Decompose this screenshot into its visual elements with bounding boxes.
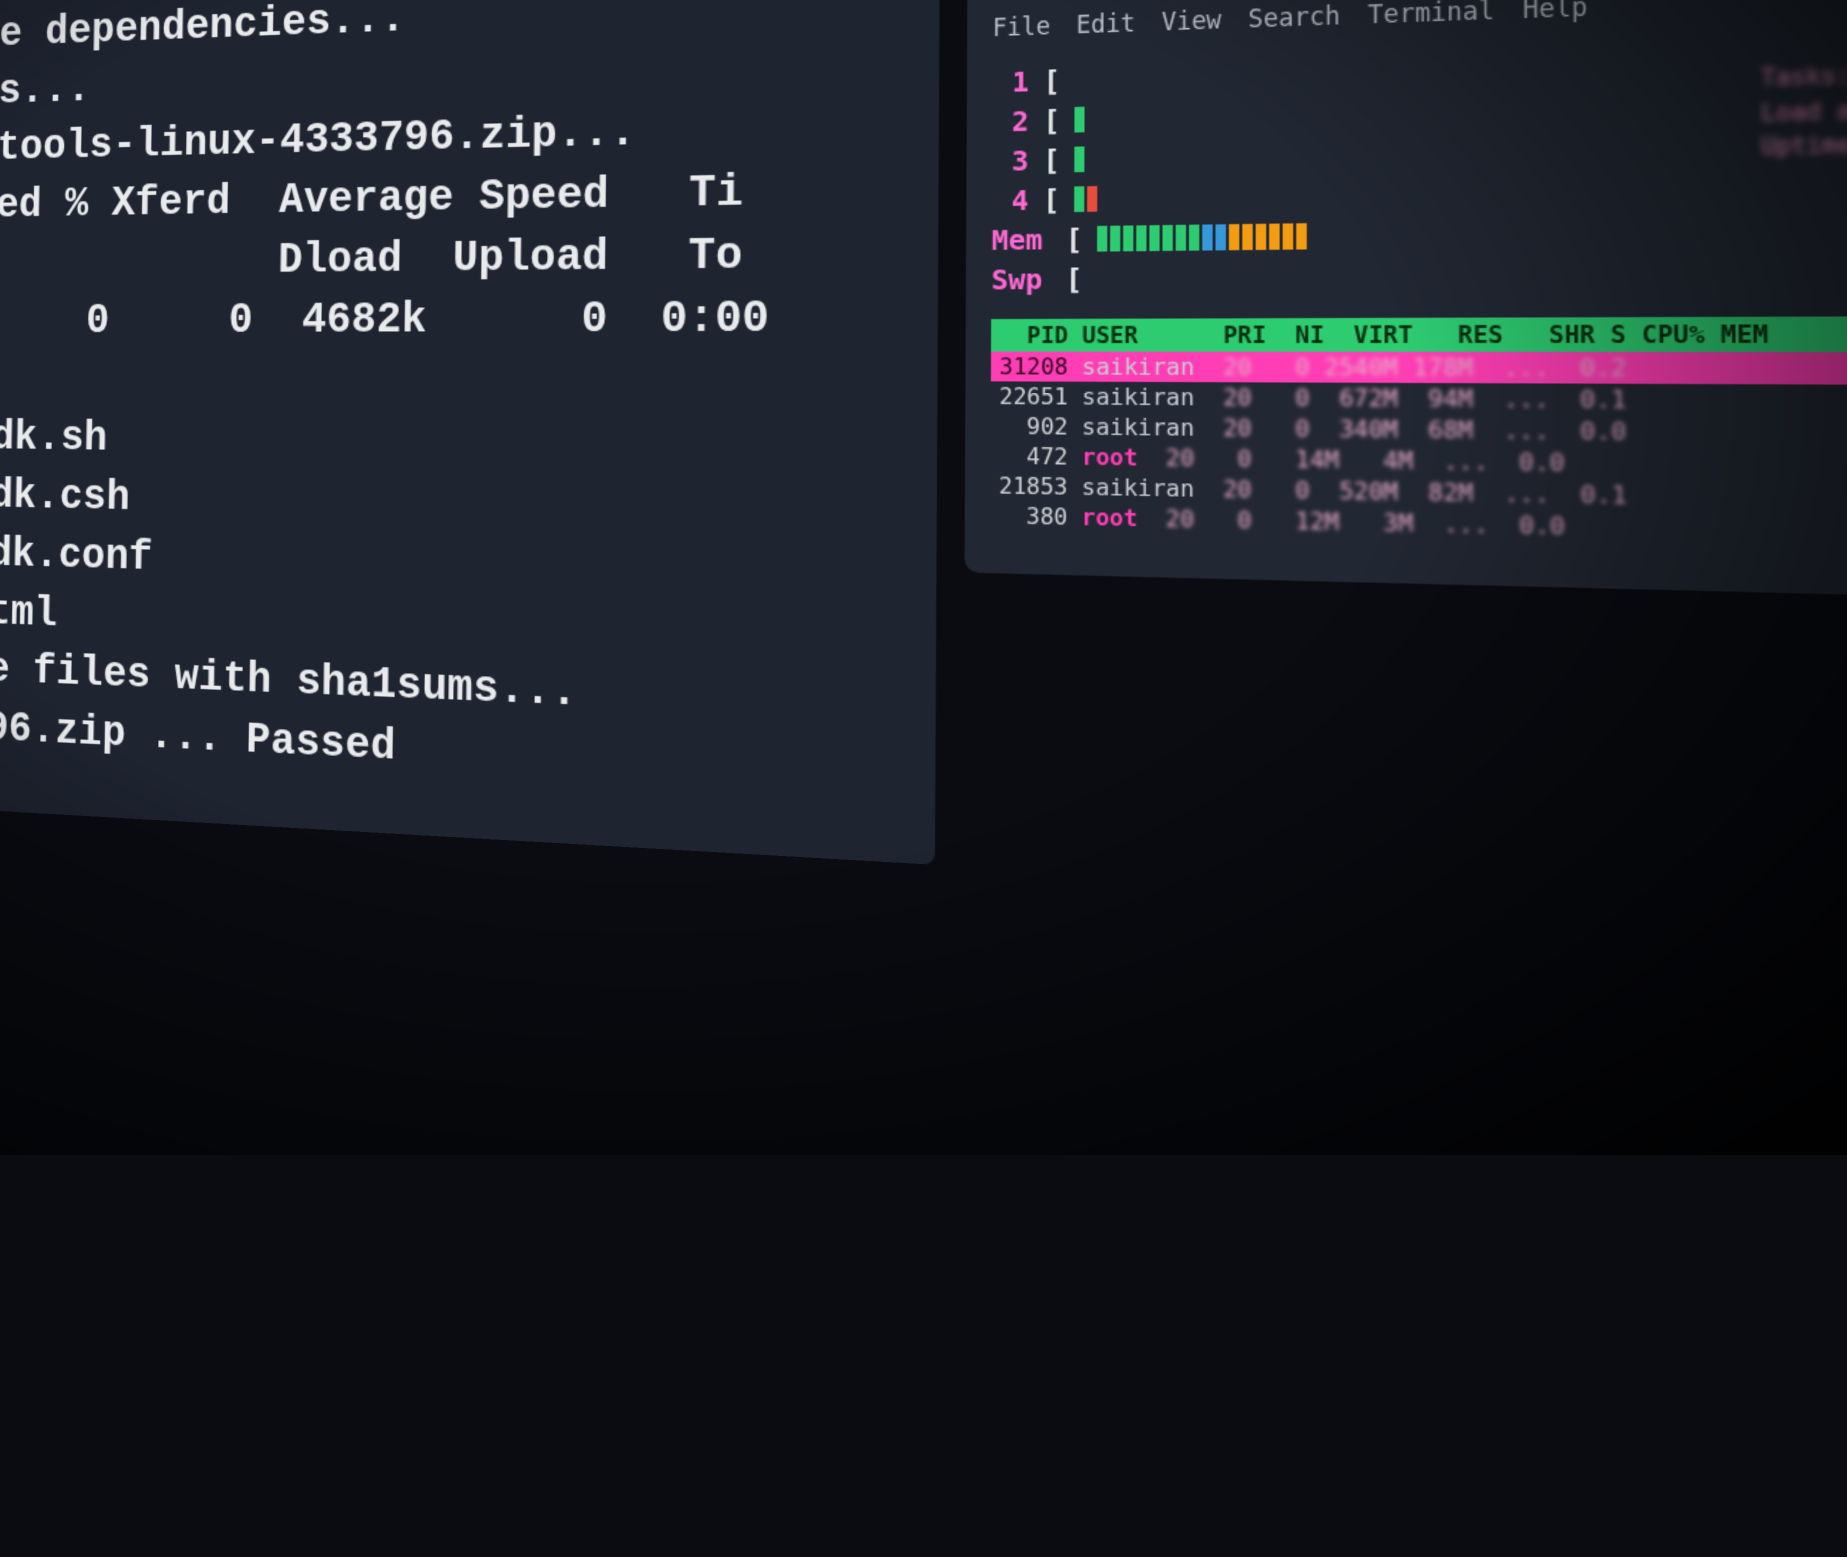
line: 100 147M 0 0 4682k 0 0:00 xyxy=(0,294,769,346)
bracket-icon: [ xyxy=(1043,100,1060,140)
terminal-output: e installing package package: android-sd… xyxy=(0,0,913,807)
menu-view[interactable]: View xyxy=(1161,7,1221,38)
menu-file[interactable]: File xyxy=(992,13,1050,43)
pid: 22651 xyxy=(999,383,1068,410)
pid: 472 xyxy=(999,442,1068,470)
pid: 380 xyxy=(999,502,1068,530)
bracket-icon: [ xyxy=(1065,259,1082,299)
proc-stats: 20 0 2540M 178M ... 0.2 xyxy=(1194,353,1626,382)
terminal-window-right[interactable]: File Edit View Search Terminal Help Task… xyxy=(965,0,1847,601)
menu-edit[interactable]: Edit xyxy=(1076,10,1135,40)
pid: 902 xyxy=(999,413,1068,441)
process-row[interactable]: 31208 saikiran 20 0 2540M 178M ... 0.2 xyxy=(991,352,1847,386)
user: root xyxy=(1082,443,1138,471)
user: saikiran xyxy=(1082,383,1195,411)
htop-meters: 1 [ 0.0% 2 [ 0.7% 3 [ 0.7% xyxy=(965,28,1847,553)
proc-stats: 20 0 14M 4M ... 0.0 xyxy=(1138,444,1565,477)
line: android-sdk.sh xyxy=(0,412,108,464)
line: oading sdk-tools-linux-4333796.zip... xyxy=(0,108,636,178)
terminal-window-left[interactable]: Help e installing package package: andro… xyxy=(0,0,941,865)
line: license.html xyxy=(0,581,58,639)
cpu-number: 1 xyxy=(992,62,1029,102)
mem-label: Mem xyxy=(991,219,1051,259)
user: saikiran xyxy=(1082,413,1195,441)
bracket-icon: [ xyxy=(1043,61,1060,101)
htop-header-row: PID USER PRI NI VIRT RES SHR S CPU% MEM xyxy=(991,316,1847,352)
line: ng buildtime dependencies... xyxy=(0,0,406,67)
bracket-icon: [ xyxy=(1043,140,1060,180)
cpu-bar xyxy=(1074,186,1100,212)
cpu-bar xyxy=(1074,107,1087,133)
mem-bar xyxy=(1097,223,1310,251)
bracket-icon: [ xyxy=(1065,219,1082,259)
line: android-sdk.csh xyxy=(0,468,130,523)
user: root xyxy=(1082,503,1138,531)
line: % Received % Xferd Average Speed Ti xyxy=(0,168,743,234)
line: android-sdk.conf xyxy=(0,524,153,582)
proc-stats: 20 0 12M 3M ... 0.0 xyxy=(1138,504,1566,540)
pid: 21853 xyxy=(999,472,1068,500)
cpu-number: 3 xyxy=(992,141,1029,181)
htop-sysinfo: Tasks: 108, ... thr Load average: 0.48 0… xyxy=(1761,53,1847,165)
proc-stats: 20 0 672M 94M ... 0.1 xyxy=(1194,384,1626,415)
proc-stats: 20 0 340M 68M ... 0.0 xyxy=(1194,414,1626,446)
uptime-label: Uptime: 00:40:09 xyxy=(1761,123,1847,164)
htop-process-list[interactable]: 31208 saikiran 20 0 2540M 178M ... 0.222… xyxy=(990,352,1847,553)
cpu-bar xyxy=(1074,146,1087,172)
user: saikiran xyxy=(1082,353,1195,381)
menu-help[interactable]: Help xyxy=(1522,0,1587,25)
line: ving sources... xyxy=(0,65,91,123)
cpu-number: 2 xyxy=(992,101,1029,141)
bracket-icon: [ xyxy=(1043,180,1060,220)
pid: 31208 xyxy=(999,353,1068,380)
line: Dload Upload To xyxy=(0,231,743,290)
menu-search[interactable]: Search xyxy=(1248,2,1340,34)
menu-terminal[interactable]: Terminal xyxy=(1368,0,1495,31)
cpu-number: 4 xyxy=(992,180,1029,220)
swp-label: Swp xyxy=(991,259,1051,299)
user: saikiran xyxy=(1082,473,1195,502)
